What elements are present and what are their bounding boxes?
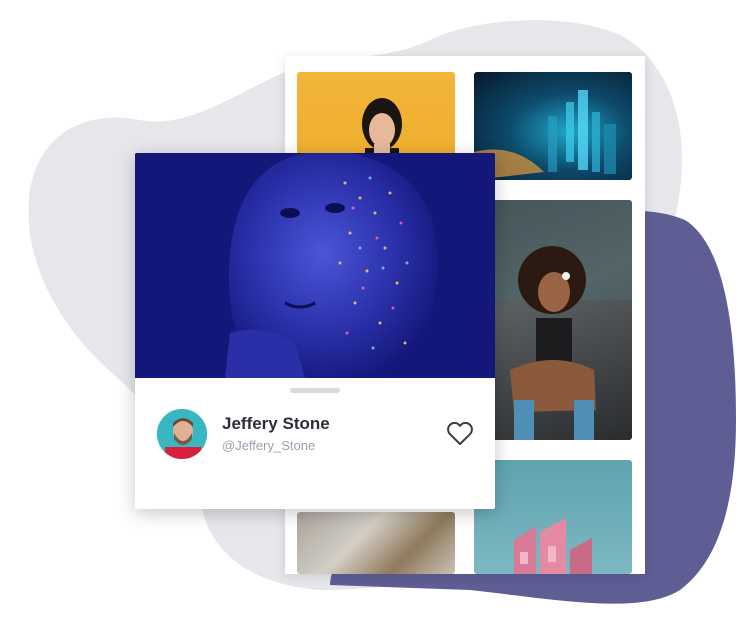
heart-outline-icon[interactable] xyxy=(447,421,473,446)
profile-name: Jeffery Stone xyxy=(222,414,330,433)
drag-handle[interactable] xyxy=(290,388,340,393)
photo-tile-pink-building[interactable] xyxy=(474,460,632,574)
avatar[interactable] xyxy=(157,409,207,459)
photo-tile-city-night[interactable] xyxy=(474,72,632,180)
photo-tile-woman-laughing[interactable] xyxy=(474,200,632,440)
profile-card[interactable]: Jeffery Stone @Jeffery_Stone xyxy=(135,153,495,509)
photo-tile-wood-texture[interactable] xyxy=(297,512,455,574)
profile-hero-image xyxy=(135,153,495,378)
profile-username: @Jeffery_Stone xyxy=(222,438,316,453)
